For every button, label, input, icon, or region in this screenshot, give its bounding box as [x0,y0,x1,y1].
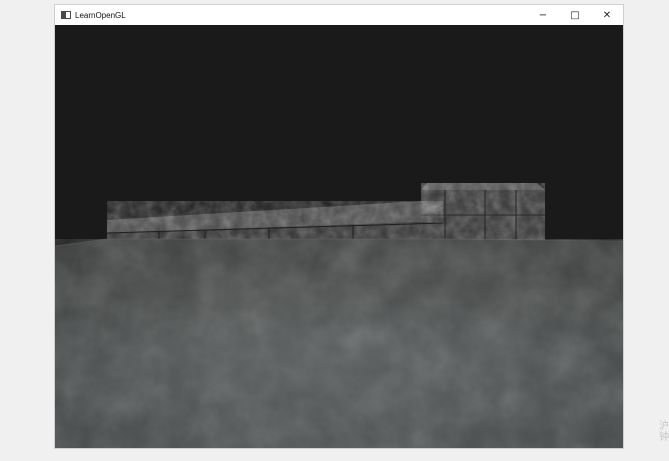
window-titlebar[interactable]: LearnOpenGL − □ ✕ [55,5,623,25]
long-stone-platform-texture [107,201,443,241]
maximize-button[interactable]: □ [559,5,591,25]
opengl-viewport[interactable] [55,25,623,448]
floor-texture [55,239,623,448]
watermark-line-2: 钟 [659,432,669,443]
window-controls: − □ ✕ [527,5,623,25]
watermark: 沪 钟 [654,421,669,443]
close-button[interactable]: ✕ [591,5,623,25]
window-title: LearnOpenGL [75,10,126,20]
watermark-line-1: 沪 [659,421,669,432]
opengl-scene [55,25,623,448]
minimize-button[interactable]: − [527,5,559,25]
app-icon [61,11,71,19]
application-window: LearnOpenGL − □ ✕ [54,4,624,449]
